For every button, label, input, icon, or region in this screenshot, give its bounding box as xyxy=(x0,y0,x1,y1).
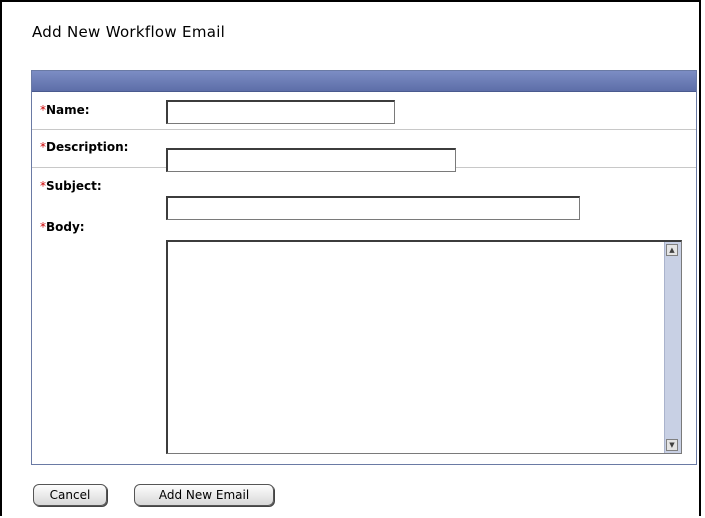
cancel-button[interactable]: Cancel xyxy=(33,484,107,506)
subject-input[interactable] xyxy=(166,196,580,220)
workflow-email-form: *Name: *Description: *Subject: *Body: ▲ … xyxy=(31,70,697,465)
subject-label: *Subject: xyxy=(40,179,102,193)
description-label: *Description: xyxy=(40,140,129,154)
scroll-up-icon[interactable]: ▲ xyxy=(666,244,678,256)
name-input[interactable] xyxy=(166,100,395,124)
scroll-down-icon[interactable]: ▼ xyxy=(666,439,678,451)
body-scrollbar[interactable]: ▲ ▼ xyxy=(664,242,681,453)
body-label: *Body: xyxy=(40,220,85,234)
description-input[interactable] xyxy=(166,148,456,172)
form-header-bar xyxy=(32,71,696,92)
page-title: Add New Workflow Email xyxy=(32,23,226,41)
body-textarea[interactable]: ▲ ▼ xyxy=(166,240,682,454)
add-new-email-button[interactable]: Add New Email xyxy=(134,484,274,506)
name-label: *Name: xyxy=(40,103,90,117)
